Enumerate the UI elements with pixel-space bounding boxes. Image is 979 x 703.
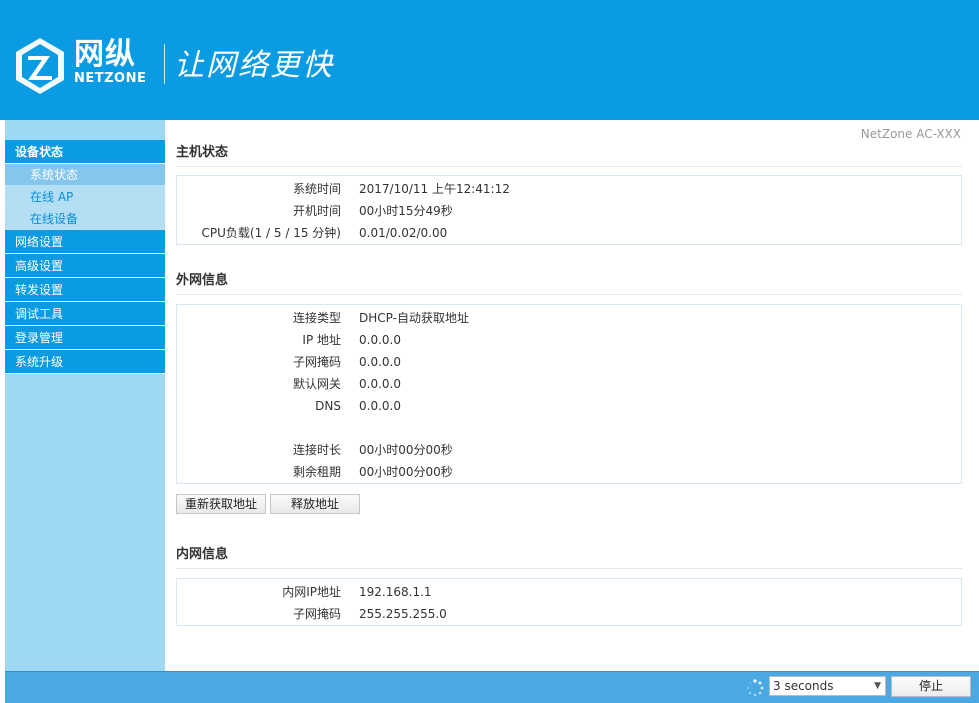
info-row: CPU负载(1 / 5 / 15 分钟) 0.01/0.02/0.00 <box>177 222 961 244</box>
info-row: 内网IP地址 192.168.1.1 <box>177 581 961 603</box>
section-title-wan-info: 外网信息 <box>176 272 962 295</box>
host-status-panel: 系统时间 2017/10/11 上午12:41:12 开机时间 00小时15分4… <box>176 175 962 245</box>
info-label: 默认网关 <box>292 377 341 391</box>
nav-item-debug-tools[interactable]: 调试工具 <box>5 302 165 326</box>
section-title-lan-info: 内网信息 <box>176 546 962 569</box>
info-value: 192.168.1.1 <box>359 585 432 599</box>
brand-name-en: NETZONE <box>74 71 147 86</box>
info-label: 内网IP地址 <box>282 585 341 599</box>
stop-refresh-button[interactable]: 停止 <box>891 676 971 697</box>
info-value: 0.0.0.0 <box>359 377 401 391</box>
info-row: IP 地址 0.0.0.0 <box>177 329 961 351</box>
info-value: 0.0.0.0 <box>359 333 401 347</box>
lan-info-panel: 内网IP地址 192.168.1.1 子网掩码 255.255.255.0 <box>176 578 962 626</box>
info-row: DNS 0.0.0.0 <box>177 395 961 417</box>
info-row: 剩余租期 00小时00分00秒 <box>177 461 961 483</box>
info-label: 子网掩码 <box>292 355 341 369</box>
dropdown-arrow-icon: ▼ <box>874 681 881 691</box>
info-row: 连接类型 DHCP-自动获取地址 <box>177 307 961 329</box>
info-value: 0.01/0.02/0.00 <box>359 226 448 240</box>
info-row: 开机时间 00小时15分49秒 <box>177 200 961 222</box>
info-label: 连接时长 <box>292 443 341 457</box>
refresh-interval-select[interactable]: 3 seconds ▼ <box>769 676 886 696</box>
info-value: 0.0.0.0 <box>359 355 401 369</box>
info-label: 剩余租期 <box>292 465 341 479</box>
sidebar-top-band <box>5 120 165 140</box>
info-label: IP 地址 <box>302 333 341 347</box>
slogan: 让网络更快 <box>174 48 334 83</box>
info-label: 系统时间 <box>292 182 341 196</box>
info-value: 255.255.255.0 <box>359 607 447 621</box>
device-model: NetZone AC-XXX <box>860 127 961 141</box>
info-label: DNS <box>315 399 341 413</box>
nav-item-device-status[interactable]: 设备状态 <box>5 140 165 164</box>
wan-info-panel: 连接类型 DHCP-自动获取地址 IP 地址 0.0.0.0 子网掩码 0.0.… <box>176 304 962 484</box>
nav-item-network-settings[interactable]: 网络设置 <box>5 230 165 254</box>
info-value: 2017/10/11 上午12:41:12 <box>359 182 510 196</box>
nav-group-device-status: 设备状态 系统状态 在线 AP 在线设备 <box>5 140 165 230</box>
loading-spinner-icon <box>747 679 764 697</box>
release-address-button[interactable]: 释放地址 <box>270 494 360 514</box>
info-row: 连接时长 00小时00分00秒 <box>177 439 961 461</box>
info-value: DHCP-自动获取地址 <box>359 311 469 325</box>
info-label: CPU负载(1 / 5 / 15 分钟) <box>201 226 341 240</box>
sidebar: 设备状态 系统状态 在线 AP 在线设备 网络设置 高级设置 转发设置 调试工具… <box>5 120 165 671</box>
renew-address-button[interactable]: 重新获取地址 <box>176 494 266 514</box>
info-value: 0.0.0.0 <box>359 399 401 413</box>
info-label: 连接类型 <box>292 311 341 325</box>
nav-item-advanced-settings[interactable]: 高级设置 <box>5 254 165 278</box>
nav-item-forwarding-settings[interactable]: 转发设置 <box>5 278 165 302</box>
info-row: 默认网关 0.0.0.0 <box>177 373 961 395</box>
header: 网纵 NETZONE 让网络更快 <box>0 0 979 120</box>
nav-item-system-upgrade[interactable]: 系统升级 <box>5 350 165 374</box>
info-row: 子网掩码 255.255.255.0 <box>177 603 961 625</box>
nav-subitem-system-status[interactable]: 系统状态 <box>5 164 165 186</box>
info-value: 00小时15分49秒 <box>359 204 453 218</box>
info-row: 子网掩码 0.0.0.0 <box>177 351 961 373</box>
info-row: 系统时间 2017/10/11 上午12:41:12 <box>177 178 961 200</box>
header-divider <box>164 44 165 84</box>
netzone-logo-icon <box>16 38 64 94</box>
nav-subitem-online-ap[interactable]: 在线 AP <box>5 186 165 208</box>
info-value: 00小时00分00秒 <box>359 443 453 457</box>
nav-item-login-management[interactable]: 登录管理 <box>5 326 165 350</box>
info-value: 00小时00分00秒 <box>359 465 453 479</box>
refresh-interval-value: 3 seconds <box>773 679 834 693</box>
nav-subitem-online-devices[interactable]: 在线设备 <box>5 208 165 230</box>
info-label: 开机时间 <box>292 204 341 218</box>
section-title-host-status: 主机状态 <box>176 144 962 167</box>
brand-name-cn: 网纵 <box>74 37 136 72</box>
footer-bar: 3 seconds ▼ 停止 <box>5 671 979 703</box>
info-label: 子网掩码 <box>292 607 341 621</box>
main-content: NetZone AC-XXX 主机状态 系统时间 2017/10/11 上午12… <box>165 120 979 671</box>
